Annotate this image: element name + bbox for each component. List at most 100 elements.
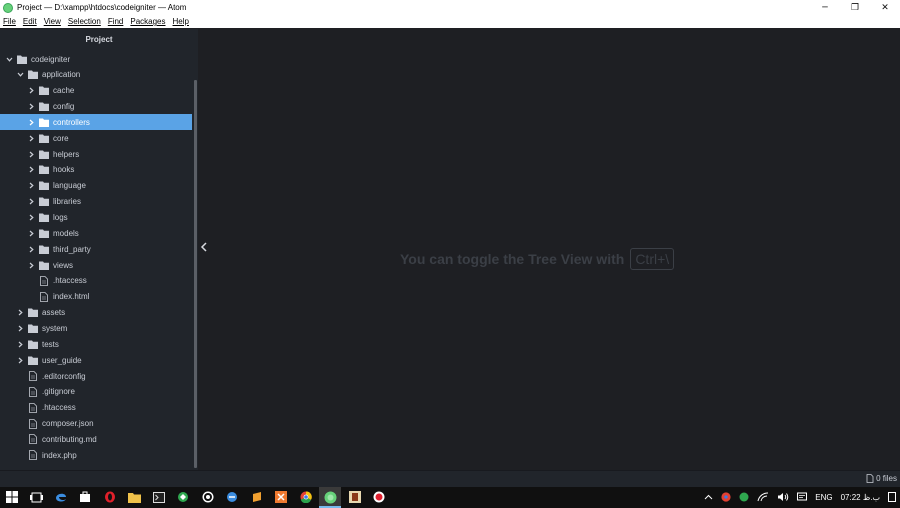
tree-folder[interactable]: application (0, 67, 192, 83)
tree-item-label: index.php (42, 450, 77, 460)
atom-taskbar-icon[interactable] (319, 487, 341, 508)
tree-item-label: .htaccess (42, 403, 76, 413)
tree-item-label: language (53, 181, 86, 191)
tree-item-label: composer.json (42, 419, 94, 429)
explorer-icon[interactable] (127, 490, 141, 504)
opera-icon[interactable] (103, 490, 117, 504)
menu-help[interactable]: Help (173, 17, 189, 26)
record-icon[interactable] (372, 490, 386, 504)
tree-folder[interactable]: user_guide (0, 352, 192, 368)
menu-file[interactable]: File (3, 17, 16, 26)
network-icon[interactable] (757, 491, 769, 504)
restore-button[interactable]: ❐ (840, 0, 870, 15)
chevron-right-icon[interactable] (27, 166, 35, 174)
tree-file[interactable]: .gitignore (0, 384, 192, 400)
tree-folder[interactable]: language (0, 178, 192, 194)
terminal-icon[interactable] (152, 490, 166, 504)
xampp-icon[interactable] (274, 490, 288, 504)
folder-icon (39, 165, 49, 175)
store-icon[interactable] (78, 490, 92, 504)
tray-green-icon[interactable] (739, 492, 749, 504)
chevron-right-icon[interactable] (16, 340, 24, 348)
tree-folder[interactable]: cache (0, 83, 192, 99)
chrome-icon[interactable] (299, 490, 313, 504)
tree-file[interactable]: .editorconfig (0, 368, 192, 384)
menu-view[interactable]: View (44, 17, 61, 26)
menu-packages[interactable]: Packages (130, 17, 165, 26)
whatsapp-icon[interactable] (201, 490, 215, 504)
system-tray: ENG 07:22 ب.ظ (700, 487, 900, 508)
chevron-right-icon[interactable] (27, 198, 35, 206)
chevron-right-icon[interactable] (27, 229, 35, 237)
tree-file[interactable]: .htaccess (0, 273, 192, 289)
edge-icon[interactable] (54, 490, 68, 504)
tree-scrollbar[interactable] (194, 80, 197, 468)
chevron-right-icon[interactable] (27, 87, 35, 95)
app-icon[interactable] (225, 490, 239, 504)
tree-item-label: tests (42, 339, 59, 349)
tree-folder[interactable]: config (0, 99, 192, 115)
chevron-down-icon[interactable] (5, 55, 13, 63)
minimize-button[interactable]: ─ (810, 0, 840, 15)
chevron-right-icon[interactable] (16, 324, 24, 332)
tray-chrome-icon[interactable] (721, 491, 731, 504)
chevron-right-icon[interactable] (27, 245, 35, 253)
chevron-right-icon[interactable] (16, 309, 24, 317)
chevron-down-icon[interactable] (16, 71, 24, 79)
window-controls: ─ ❐ ✕ (810, 0, 900, 15)
tree-folder[interactable]: system (0, 320, 192, 336)
folder-icon (39, 181, 49, 191)
close-button[interactable]: ✕ (870, 0, 900, 15)
chevron-right-icon[interactable] (27, 182, 35, 190)
chevron-right-icon[interactable] (27, 103, 35, 111)
tree-item-label: application (42, 70, 81, 80)
tree-folder[interactable]: tests (0, 336, 192, 352)
tree-file[interactable]: index.php (0, 447, 192, 463)
tree-file[interactable]: .htaccess (0, 400, 192, 416)
tree-file[interactable]: contributing.md (0, 431, 192, 447)
chevron-right-icon[interactable] (16, 356, 24, 364)
tree-folder[interactable]: core (0, 130, 192, 146)
chevron-up-icon[interactable] (704, 493, 713, 502)
tree-folder[interactable]: assets (0, 305, 192, 321)
tree-folder[interactable]: third_party (0, 241, 192, 257)
tree-folder[interactable]: controllers (0, 114, 192, 131)
sublime-icon[interactable] (250, 490, 264, 504)
tree-folder[interactable]: views (0, 257, 192, 273)
chevron-right-icon[interactable] (27, 214, 35, 222)
chevron-right-icon[interactable] (27, 134, 35, 142)
tree-folder[interactable]: hooks (0, 162, 192, 178)
tree-folder[interactable]: models (0, 225, 192, 241)
notifications-icon[interactable] (797, 492, 808, 504)
app2-icon[interactable] (348, 490, 362, 504)
tree-file[interactable]: composer.json (0, 416, 192, 432)
tree-item-label: models (53, 228, 79, 238)
tree-file[interactable]: index.html (0, 289, 192, 305)
tree-view-header: Project (85, 34, 113, 44)
chevron-right-icon[interactable] (27, 261, 35, 269)
volume-icon[interactable] (777, 492, 789, 504)
tree-item-label: codeigniter (31, 54, 71, 64)
tree-toggle-hint: You can toggle the Tree View with Ctrl+\ (400, 247, 675, 271)
status-files[interactable]: 0 files (866, 474, 897, 483)
menu-selection[interactable]: Selection (68, 17, 101, 26)
start-icon[interactable] (5, 490, 19, 504)
file-icon (29, 450, 37, 461)
tree-folder[interactable]: libraries (0, 194, 192, 210)
task-view-icon[interactable] (29, 490, 43, 504)
menu-find[interactable]: Find (108, 17, 124, 26)
tree-folder[interactable]: helpers (0, 146, 192, 162)
file-icon (29, 371, 37, 381)
collapse-tree-icon[interactable] (200, 241, 208, 253)
folder-icon (39, 118, 49, 127)
clock[interactable]: 07:22 ب.ظ (841, 493, 880, 502)
chevron-right-icon[interactable] (27, 118, 35, 126)
language-indicator[interactable]: ENG (815, 493, 832, 502)
tree-folder[interactable]: logs (0, 210, 192, 226)
tree-folder[interactable]: codeigniter (0, 51, 192, 67)
action-center-icon[interactable] (888, 491, 896, 504)
green-app-icon[interactable] (176, 490, 190, 504)
chevron-right-icon[interactable] (27, 150, 35, 158)
folder-icon (39, 150, 49, 159)
menu-edit[interactable]: Edit (23, 17, 37, 26)
